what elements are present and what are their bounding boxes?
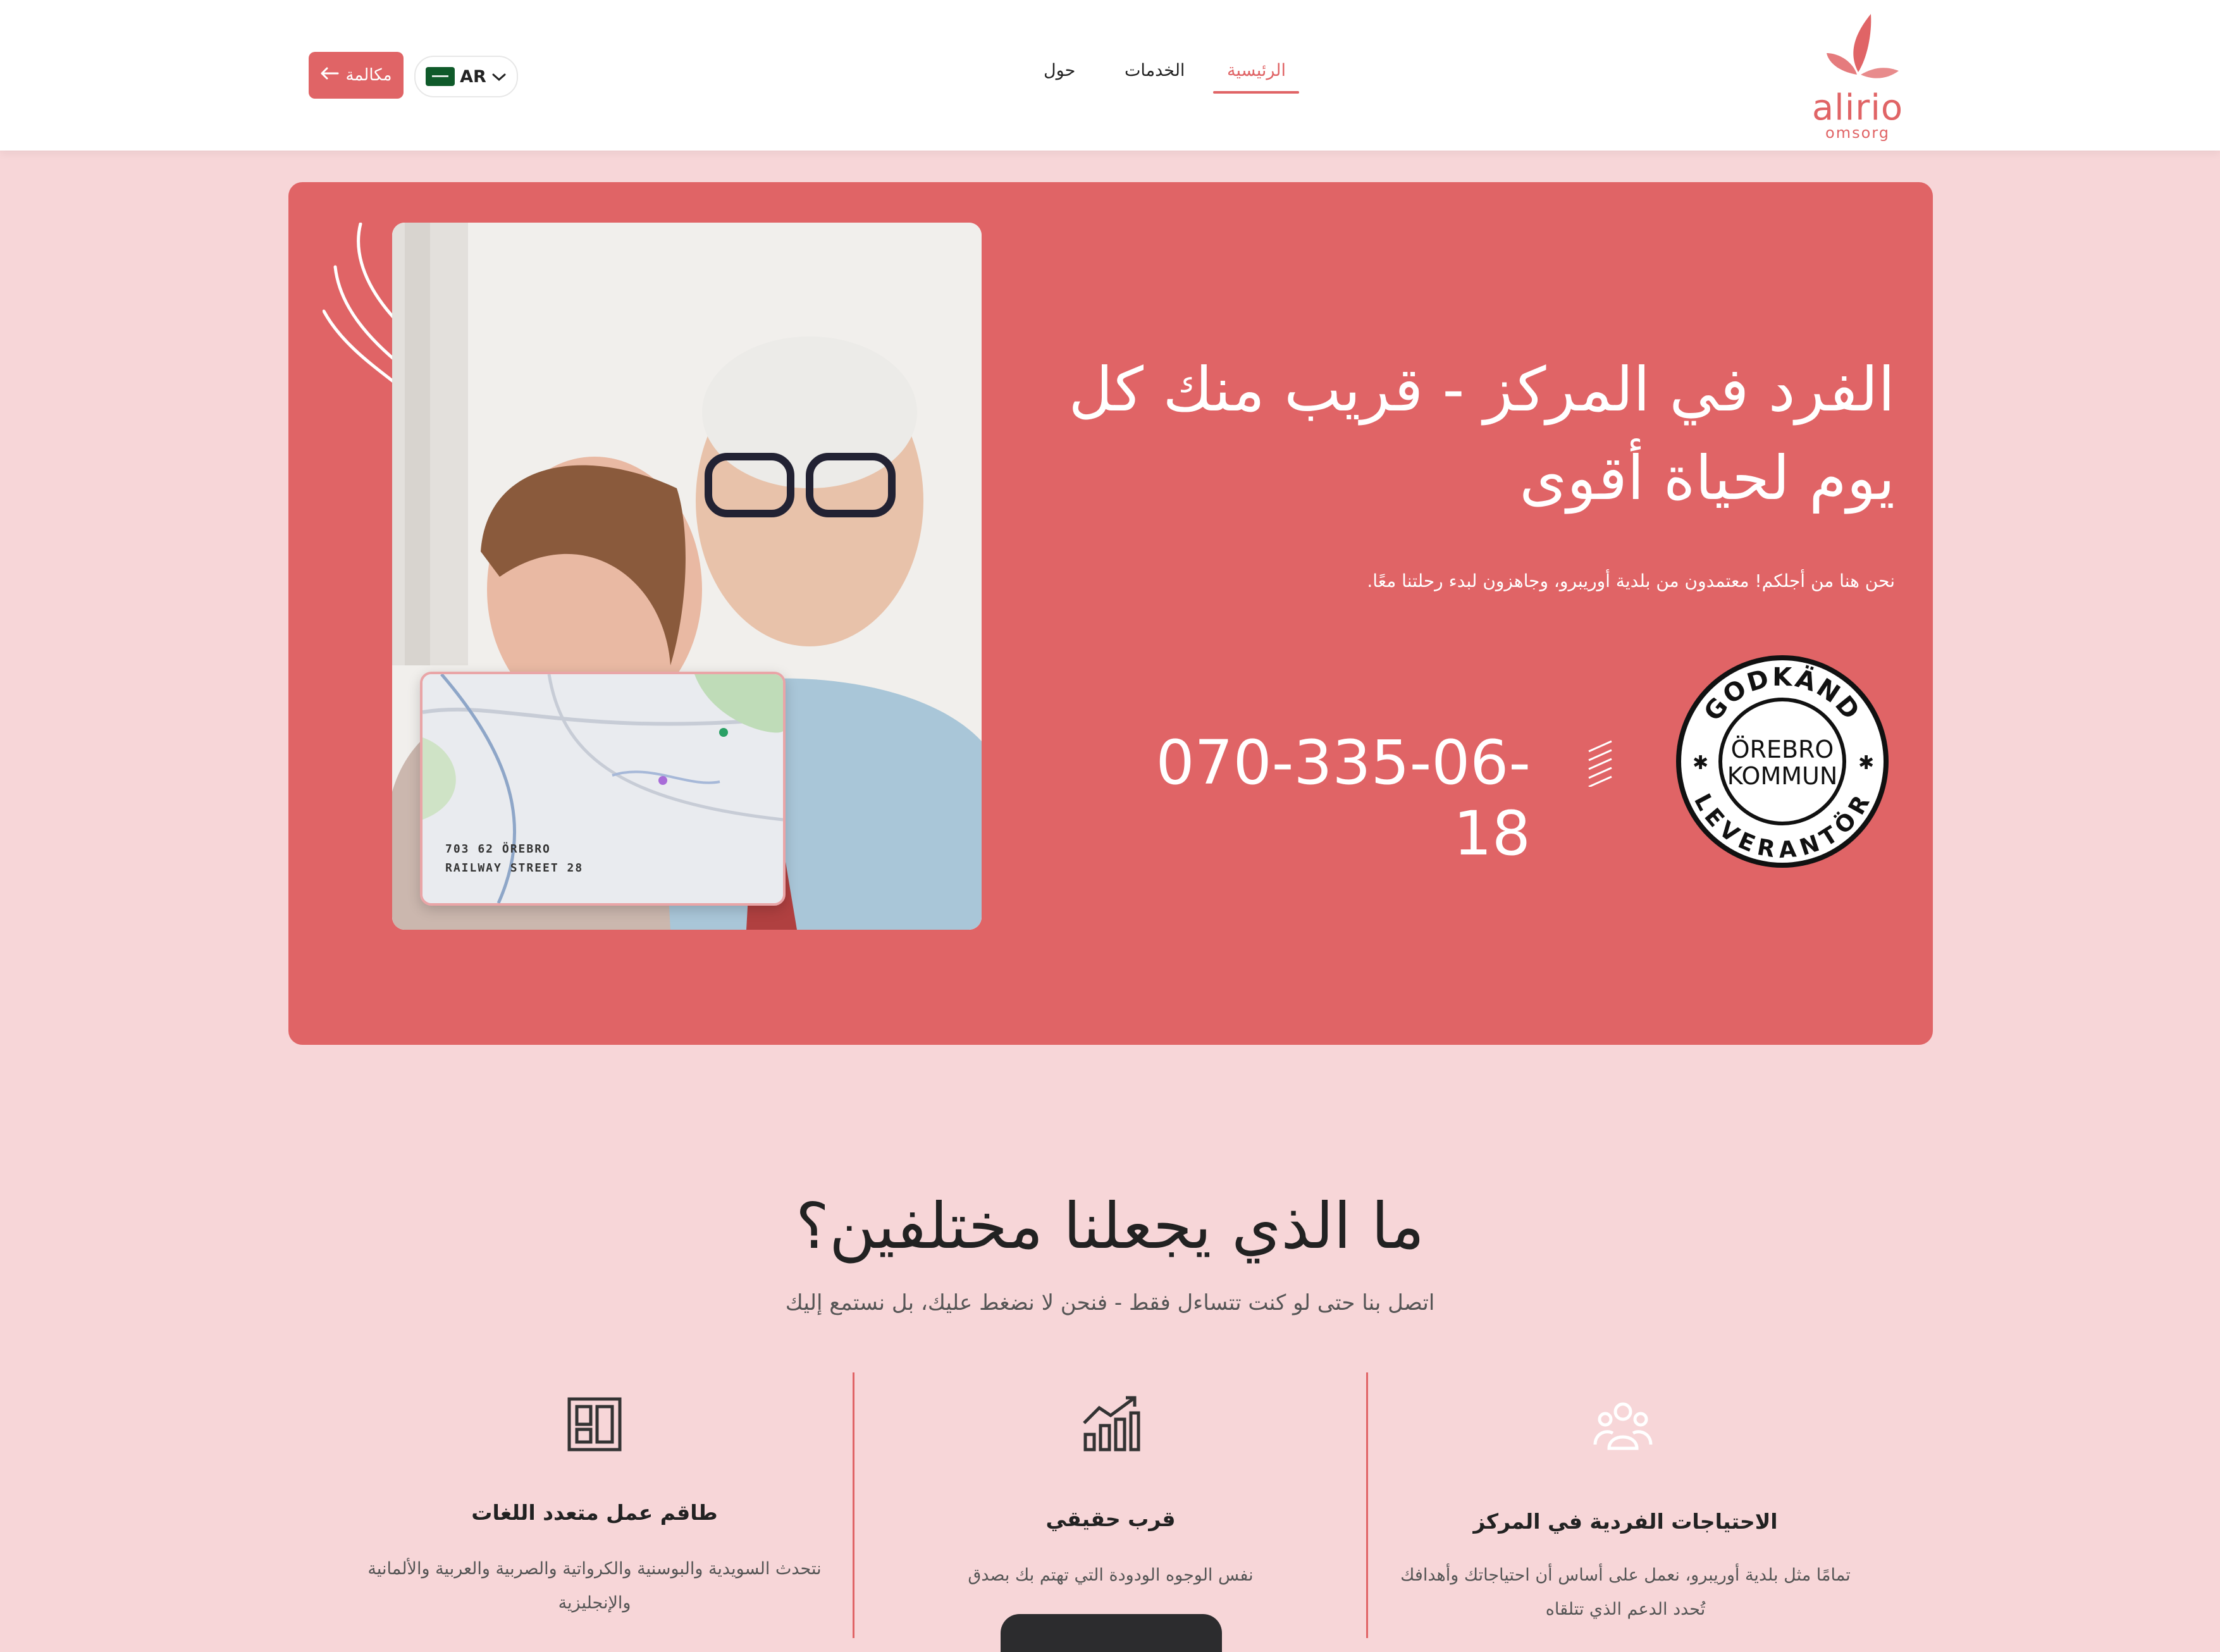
chevron-down-icon xyxy=(491,67,507,87)
feature-title-closeness: قرب حقيقي xyxy=(1045,1507,1176,1531)
nav-about[interactable]: حول xyxy=(1044,61,1075,80)
badge-middle-text-1: ÖREBRO xyxy=(1731,736,1834,763)
section-subtitle: اتصل بنا حتى لو كنت تتساءل فقط - فنحن لا… xyxy=(785,1290,1435,1316)
site-header: مكالمة AR حول الخدمات الرئيسية alirio om… xyxy=(0,0,2220,151)
dashboard-icon xyxy=(567,1397,622,1452)
people-group-icon xyxy=(1593,1402,1653,1450)
growth-chart-icon xyxy=(1083,1396,1140,1452)
feature-desc-multilingual: نتحدث السويدية والبوسنية والكرواتية والص… xyxy=(367,1559,822,1613)
saudi-flag-icon xyxy=(426,67,455,86)
map-address-line2: RAILWAY STREET 28 xyxy=(445,861,584,875)
badge-middle-text-2: KOMMUN xyxy=(1727,762,1838,790)
nav-home[interactable]: الرئيسية xyxy=(1227,61,1286,80)
logo-subtitle: omsorg xyxy=(1825,124,1890,142)
feature-desc-individual-needs: تمامًا مثل بلدية أوريبرو، نعمل على أساس … xyxy=(1400,1565,1851,1619)
nav-active-indicator xyxy=(1213,91,1299,94)
section-heading: ما الذي يجعلنا مختلفين؟ xyxy=(795,1189,1425,1263)
call-button[interactable]: مكالمة xyxy=(309,52,404,99)
call-button-label: مكالمة xyxy=(345,66,392,85)
map-card[interactable]: 703 62 ÖREBRO RAILWAY STREET 28 xyxy=(420,672,786,906)
media-player-preview[interactable] xyxy=(1001,1614,1222,1652)
column-divider-2 xyxy=(1366,1372,1368,1638)
logo-wordmark: alirio xyxy=(1811,87,1904,128)
language-selector[interactable]: AR xyxy=(414,56,518,97)
feature-desc-closeness: نفس الوجوه الودودة التي تهتم بك بصدق xyxy=(968,1565,1254,1585)
approved-supplier-badge: GODKÄND LEVERANTÖR ÖREBRO KOMMUN ✱ ✱ xyxy=(1676,655,1889,868)
badge-star-right-icon: ✱ xyxy=(1858,752,1874,774)
hero-subtitle: .نحن هنا من أجلكم! معتمدون من بلدية أوري… xyxy=(1367,570,1895,591)
language-code: AR xyxy=(460,66,486,87)
feature-title-multilingual: طاقم عمل متعدد اللغات xyxy=(471,1500,718,1525)
hero-heading: الفرد في المركز - قريب منك كل يوم لحياة … xyxy=(1068,354,1895,514)
map-address-line1: 703 62 ÖREBRO xyxy=(445,842,551,856)
column-divider-1 xyxy=(853,1372,854,1638)
phone-number[interactable]: 070-335-06-18 xyxy=(1138,727,1531,869)
badge-star-left-icon: ✱ xyxy=(1693,752,1708,774)
arrow-left-icon xyxy=(320,66,339,85)
stripes-decoration xyxy=(1588,740,1612,787)
feature-title-individual-needs: الاحتياجات الفردية في المركز xyxy=(1473,1509,1778,1534)
nav-services[interactable]: الخدمات xyxy=(1125,61,1185,80)
